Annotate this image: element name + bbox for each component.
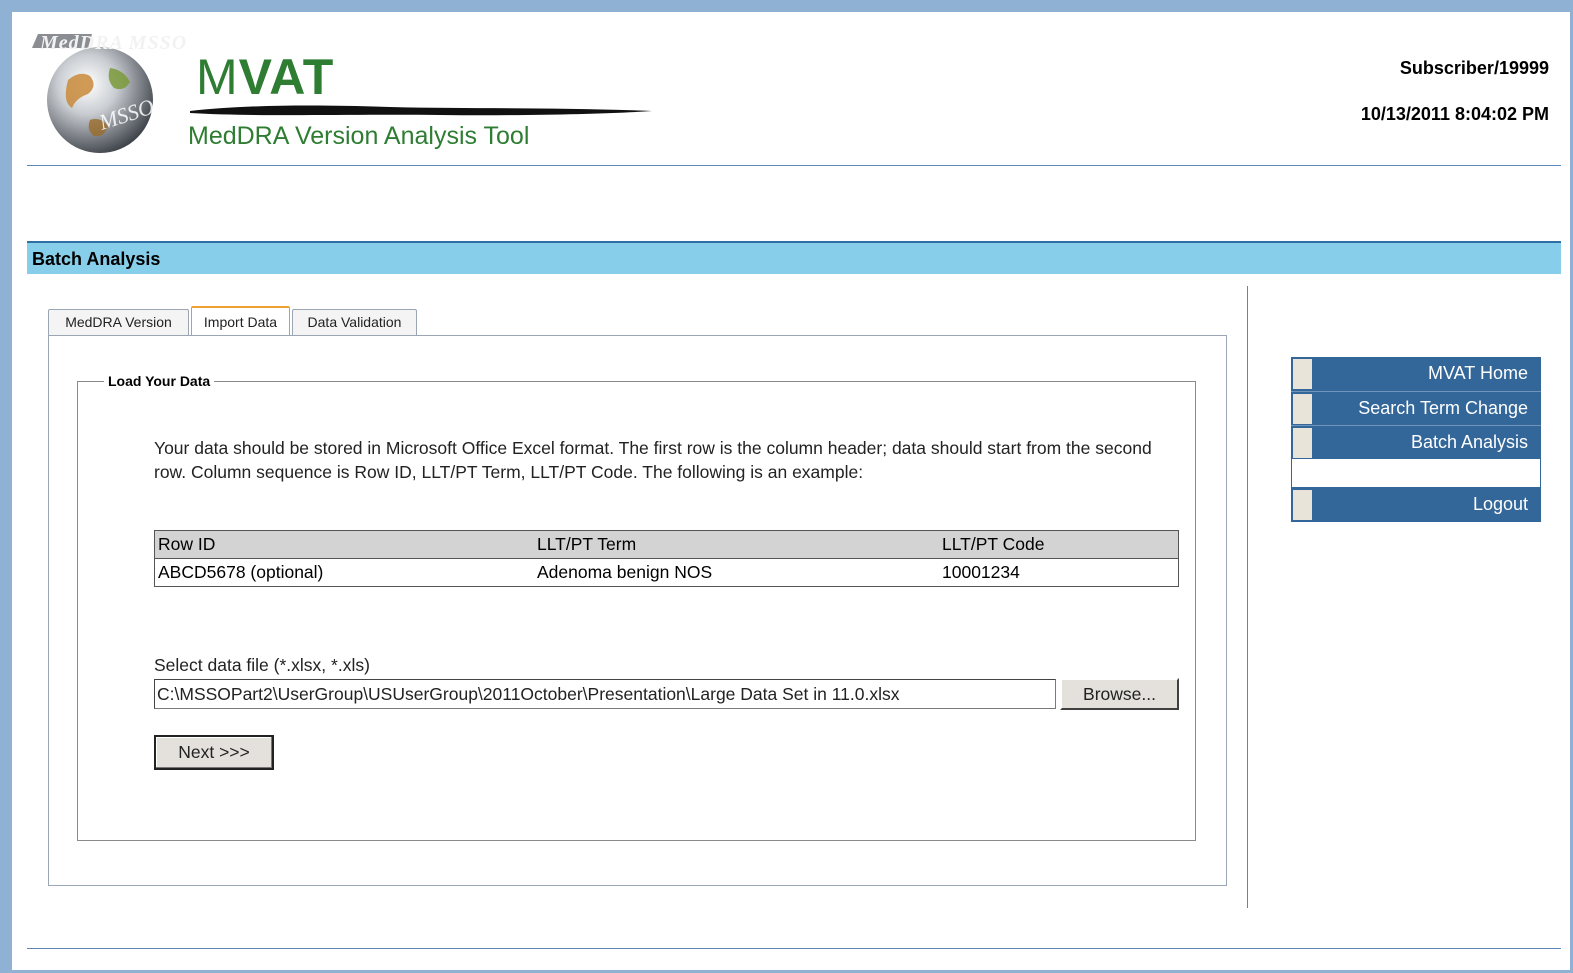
example-table: Row ID LLT/PT Term LLT/PT Code ABCD5678 … [154,530,1179,587]
brand-subtitle: MedDRA Version Analysis Tool [188,122,530,150]
brand: MVAT MedDRA Version Analysis Tool [188,52,652,150]
nav-label: Logout [1472,494,1528,514]
subscriber-label: Subscriber/19999 [1399,58,1549,78]
logo-text: MedDRA MSSO [40,32,188,54]
nav-marker [1293,394,1312,424]
nav-spacer [1291,459,1541,488]
brush-stroke-decoration [190,105,652,116]
nav-label: MVAT Home [1427,363,1528,383]
column-header-row-id: Row ID [154,530,534,559]
cell-llt-pt-code: 10001234 [942,562,1020,582]
datetime-label: 10/13/2011 8:04:02 PM [1360,104,1549,124]
nav-item-search-term-change[interactable]: Search Term Change [1291,391,1541,425]
load-data-legend: Load Your Data [108,373,211,389]
table-header-row: Row ID LLT/PT Term LLT/PT Code [154,530,1179,559]
cell-llt-pt-term: Adenoma benign NOS [537,562,713,582]
file-path-input[interactable] [154,679,1056,709]
brand-name: MVAT [196,52,334,102]
next-button[interactable]: Next >>> [154,735,274,770]
nav-item-batch-analysis[interactable]: Batch Analysis [1291,425,1541,459]
brand-name-light: M [196,49,239,105]
nav-label: Search Term Change [1358,398,1528,418]
nav-marker [1293,490,1312,520]
nav-label: Batch Analysis [1410,432,1528,452]
header-divider [27,165,1561,166]
column-header-llt-pt-term: LLT/PT Term [534,530,939,559]
tab-import-data[interactable]: Import Data [191,306,290,336]
tab-meddra-version[interactable]: MedDRA Version [48,309,189,335]
nav-marker [1293,359,1312,389]
tab-data-validation[interactable]: Data Validation [292,309,417,335]
nav-marker [1293,428,1312,458]
table-row: ABCD5678 (optional) Adenoma benign NOS 1… [155,559,1179,587]
browse-button[interactable]: Browse... [1060,678,1179,710]
instructions-text: Your data should be stored in Microsoft … [154,438,1152,482]
nav-item-mvat-home[interactable]: MVAT Home [1291,357,1541,391]
section-bar: Batch Analysis [27,241,1561,274]
brand-name-bold: VAT [238,49,335,105]
content-sidebar-divider [1247,286,1248,908]
footer-divider [27,948,1561,949]
file-select-label: Select data file (*.xlsx, *.xls) [154,655,370,675]
column-header-llt-pt-code: LLT/PT Code [939,530,1179,559]
nav-item-logout[interactable]: Logout [1291,488,1541,522]
cell-row-id: ABCD5678 (optional) [158,562,324,582]
section-title: Batch Analysis [32,249,161,269]
